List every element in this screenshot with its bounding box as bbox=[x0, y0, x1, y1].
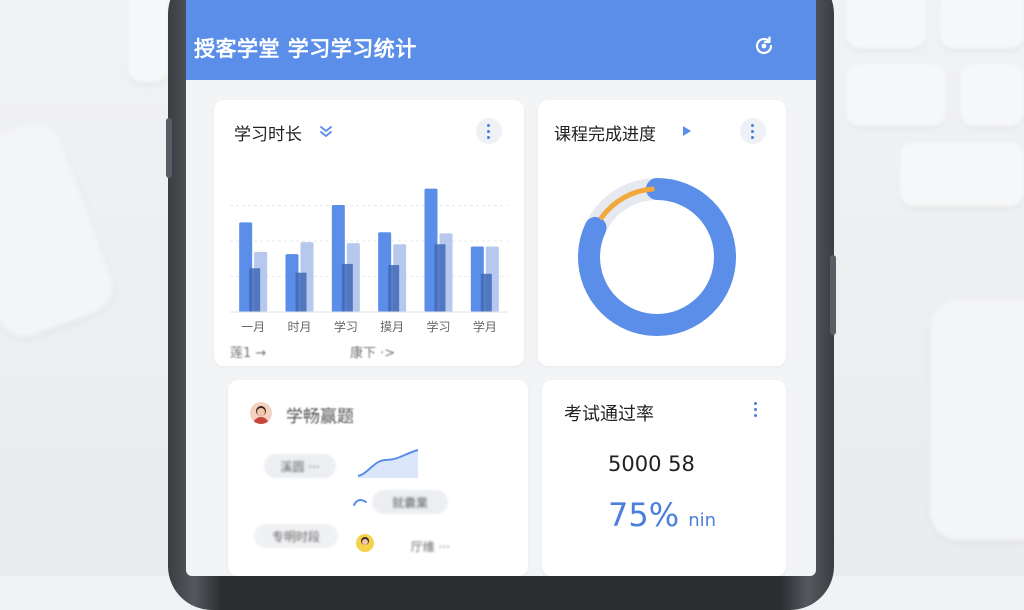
bar-series-3[interactable] bbox=[249, 268, 261, 312]
refresh-icon[interactable] bbox=[752, 34, 776, 58]
more-vertical-icon bbox=[751, 123, 755, 139]
avatar bbox=[250, 402, 272, 424]
study-time-footer-right: 康下 ·> bbox=[350, 346, 396, 361]
exam-more-button[interactable] bbox=[754, 402, 758, 417]
activity-pill[interactable]: 溪圆 ··· bbox=[264, 454, 336, 478]
exam-count: 5000 58 bbox=[608, 452, 695, 476]
bar-series-3[interactable] bbox=[480, 273, 492, 312]
wave-icon bbox=[353, 499, 367, 506]
study-time-footer-left: 莲1 → bbox=[230, 346, 267, 361]
activity-title: 学畅赢题 bbox=[286, 407, 354, 427]
keyboard-key bbox=[128, 0, 168, 84]
bar-series-3[interactable] bbox=[388, 265, 400, 312]
activity-label: 专明时段 bbox=[254, 524, 338, 548]
play-triangle-icon[interactable] bbox=[680, 124, 694, 138]
phone-screen: 授客学堂 学习学习统计 学习时长 一月 时月 学习 摸月 学习 学月 莲1 → 康下 ·>… bbox=[186, 0, 816, 576]
avatar-icon bbox=[253, 406, 269, 424]
keyboard-key bbox=[900, 142, 1024, 208]
study-time-more-button[interactable] bbox=[476, 118, 502, 144]
background-object bbox=[930, 300, 1024, 540]
x-tick-label: 学习 bbox=[426, 319, 450, 334]
page-title: 授客学堂 学习学习统计 bbox=[194, 37, 417, 61]
study-time-title: 学习时长 bbox=[234, 125, 302, 145]
x-tick-label: 时月 bbox=[287, 320, 311, 334]
keyboard-key bbox=[940, 0, 1024, 50]
study-time-bar-chart: 一月 时月 学习 摸月 学习 学月 bbox=[230, 188, 508, 334]
x-tick-label: 一月 bbox=[241, 320, 265, 334]
x-tick-label: 学月 bbox=[473, 319, 497, 334]
activity-pill[interactable]: 就囊業 bbox=[372, 490, 448, 514]
activity-pill[interactable]: 厅维 ··· bbox=[354, 534, 450, 558]
keyboard-key bbox=[846, 0, 926, 50]
bar-series-3[interactable] bbox=[295, 272, 307, 312]
exam-pass-rate-suffix: nin bbox=[688, 510, 717, 531]
course-progress-title: 课程完成进度 bbox=[554, 125, 656, 145]
phone-side-button bbox=[830, 255, 836, 335]
exam-pass-rate-card: 考试通过率 5000 58 75% nin bbox=[542, 380, 786, 576]
exam-pass-rate-value: 75% bbox=[608, 496, 680, 534]
study-time-card: 学习时长 一月 时月 学习 摸月 学习 学月 莲1 → 康下 ·> bbox=[214, 100, 524, 366]
x-tick-label: 学习 bbox=[334, 319, 358, 334]
keyboard-key bbox=[960, 64, 1024, 128]
bar-series-3[interactable] bbox=[434, 244, 446, 312]
course-progress-donut bbox=[578, 178, 736, 336]
more-vertical-icon bbox=[754, 402, 758, 417]
phone-side-button bbox=[166, 118, 172, 178]
bar-series-3[interactable] bbox=[341, 263, 353, 312]
more-vertical-icon bbox=[487, 123, 491, 139]
activity-sparkline bbox=[357, 449, 419, 478]
chevron-double-down-icon[interactable] bbox=[318, 124, 334, 140]
exam-pass-rate-title: 考试通过率 bbox=[564, 404, 654, 425]
activity-card: 学畅赢题 溪圆 ··· 就囊業 专明时段 厅维 ··· bbox=[228, 380, 528, 576]
app-header: 授客学堂 学习学习统计 bbox=[186, 0, 816, 80]
course-progress-more-button[interactable] bbox=[740, 118, 766, 144]
keyboard-key bbox=[846, 64, 946, 128]
exam-rate-row: 75% nin bbox=[608, 496, 716, 534]
course-progress-card: 课程完成进度 bbox=[538, 100, 786, 366]
background-object bbox=[0, 115, 121, 345]
x-tick-label: 摸月 bbox=[380, 320, 404, 334]
